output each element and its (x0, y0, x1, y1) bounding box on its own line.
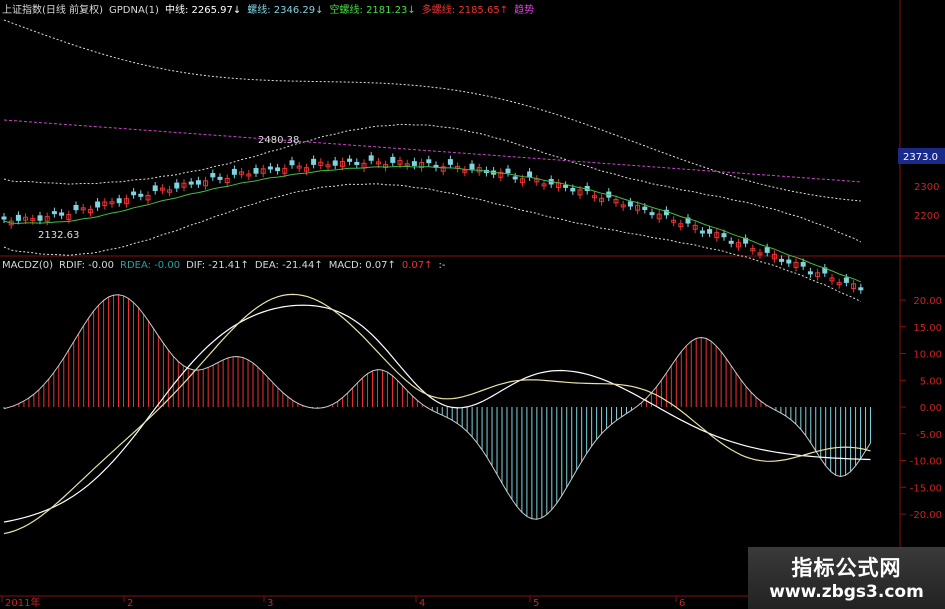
candle-body (411, 161, 417, 166)
legend-entry: 趋势 (514, 3, 534, 16)
candle-body (231, 168, 237, 175)
legend-entry: :- (439, 260, 446, 271)
candle-body (347, 158, 353, 162)
watermark-title: 指标公式网 (791, 556, 902, 580)
candle-body (15, 214, 21, 221)
candle-body (253, 168, 259, 174)
candle-body (390, 156, 396, 163)
candle-body (332, 160, 338, 166)
candle-body (73, 204, 79, 211)
candle-body (800, 261, 806, 267)
macd-tick-label: 15.00 (913, 323, 942, 334)
candle-body (764, 247, 770, 253)
candle-body (563, 184, 569, 188)
candle-body (570, 187, 576, 192)
candle-body (59, 212, 65, 216)
candle-body (527, 171, 533, 178)
candle-body (311, 158, 317, 165)
time-tick-label: 2011年 (5, 596, 40, 609)
candle-body (354, 161, 360, 165)
time-axis: 2011年 2 3 4 5 6 (1, 596, 685, 609)
candle-body (779, 258, 785, 262)
candle-body (95, 201, 101, 208)
candle-body (843, 277, 849, 283)
watermark-banner: 指标公式网 www.zbgs3.com (748, 547, 945, 609)
trend-line (3, 119, 861, 183)
time-tick-label: 6 (679, 598, 685, 609)
time-tick-label: 4 (419, 598, 425, 609)
time-tick-label: 5 (533, 598, 539, 609)
price-legend: 上证指数(日线 前复权) GPDNA(1) 中线: 2265.97↓ 螺线: 2346… (2, 3, 534, 16)
candle-body (505, 168, 511, 174)
candle-body (699, 230, 705, 234)
candle-body (138, 193, 144, 197)
legend-entry: MACDZ(0) (2, 260, 53, 271)
macd-gridlines (900, 299, 906, 515)
upper-band (3, 123, 862, 243)
macd-tick-label: 20.00 (913, 296, 942, 307)
macd-tick-label: 5.00 (920, 376, 942, 387)
legend-entry: RDIF: -0.00 (59, 260, 114, 271)
candle-body (210, 173, 216, 178)
price-tick-label: 2200 (914, 211, 939, 222)
candle-body (858, 287, 864, 291)
time-tick-label: 3 (267, 598, 273, 609)
candle-body (426, 159, 432, 164)
macd-tick-label: -5.00 (916, 430, 942, 441)
candle-body (275, 167, 281, 172)
candle-body (267, 166, 273, 170)
candle-body (721, 233, 727, 238)
legend-entry: DIF: -21.41↑ (186, 260, 249, 271)
candle-body (217, 176, 223, 180)
candle-body (1, 216, 7, 220)
candle-body (469, 163, 475, 170)
candle-body (707, 229, 713, 234)
candle-body (37, 215, 43, 221)
legend-entry: RDEA: -0.00 (120, 260, 180, 271)
candle-body (188, 181, 194, 185)
low-price-annotation: 2132.63 (38, 230, 79, 241)
watermark-url: www.zbgs3.com (769, 582, 924, 602)
legend-entry: 0.07↑ (402, 260, 433, 271)
macd-plot[interactable] (3, 293, 872, 535)
legend-entry: 螺线: 2346.29↓ (247, 3, 323, 16)
macd-tick-label: 10.00 (913, 350, 942, 361)
candle-body (728, 240, 734, 244)
chart-window: 上证指数(日线 前复权) GPDNA(1) 中线: 2265.97↓ 螺线: 2346… (0, 0, 945, 609)
high-price-annotation: 2480.38 (258, 135, 299, 146)
candle-body (368, 155, 374, 161)
macd-tick-label: 0.00 (920, 403, 942, 414)
candle-body (642, 206, 648, 211)
stock-chart-canvas[interactable]: 上证指数(日线 前复权) GPDNA(1) 中线: 2265.97↓ 螺线: 2346… (0, 0, 945, 609)
candle-body (807, 271, 813, 275)
time-tick-label: 2 (127, 598, 133, 609)
current-price-label: 2373.0 (903, 152, 938, 163)
macd-legend: MACDZ(0) RDIF: -0.00 RDEA: -0.00 DIF: -21.4… (2, 260, 446, 271)
candle-body (447, 159, 453, 165)
price-tick-label: 2300 (914, 182, 939, 193)
outer-band (3, 19, 861, 202)
candle-body (116, 198, 122, 204)
legend-entry: 上证指数(日线 前复权) (2, 3, 103, 16)
candle-body (51, 211, 57, 215)
legend-entry: MACD: 0.07↑ (329, 260, 396, 271)
candle-body (512, 176, 518, 180)
legend-entry: DEA: -21.44↑ (255, 260, 323, 271)
legend-entry: GPDNA(1) (109, 5, 159, 16)
macd-axis: 20.00 15.00 10.00 5.00 0.00 -5.00 -10.00 -15.00… (910, 296, 942, 521)
macd-tick-label: -20.00 (910, 510, 942, 521)
candle-body (627, 201, 633, 207)
macd-tick-label: -10.00 (910, 457, 942, 468)
legend-entry: 空螺线: 2181.23↓ (330, 3, 416, 16)
candle-body (195, 180, 201, 185)
macd-tick-label: -15.00 (910, 483, 942, 494)
candle-body (174, 182, 180, 189)
candle-body (289, 160, 295, 166)
candle-body (131, 191, 137, 196)
legend-entry: 多螺线: 2185.65↑ (422, 3, 508, 16)
legend-entry: 中线: 2265.97↓ (165, 3, 241, 16)
candle-body (786, 259, 792, 264)
candle-body (649, 212, 655, 216)
candle-body (152, 185, 158, 192)
